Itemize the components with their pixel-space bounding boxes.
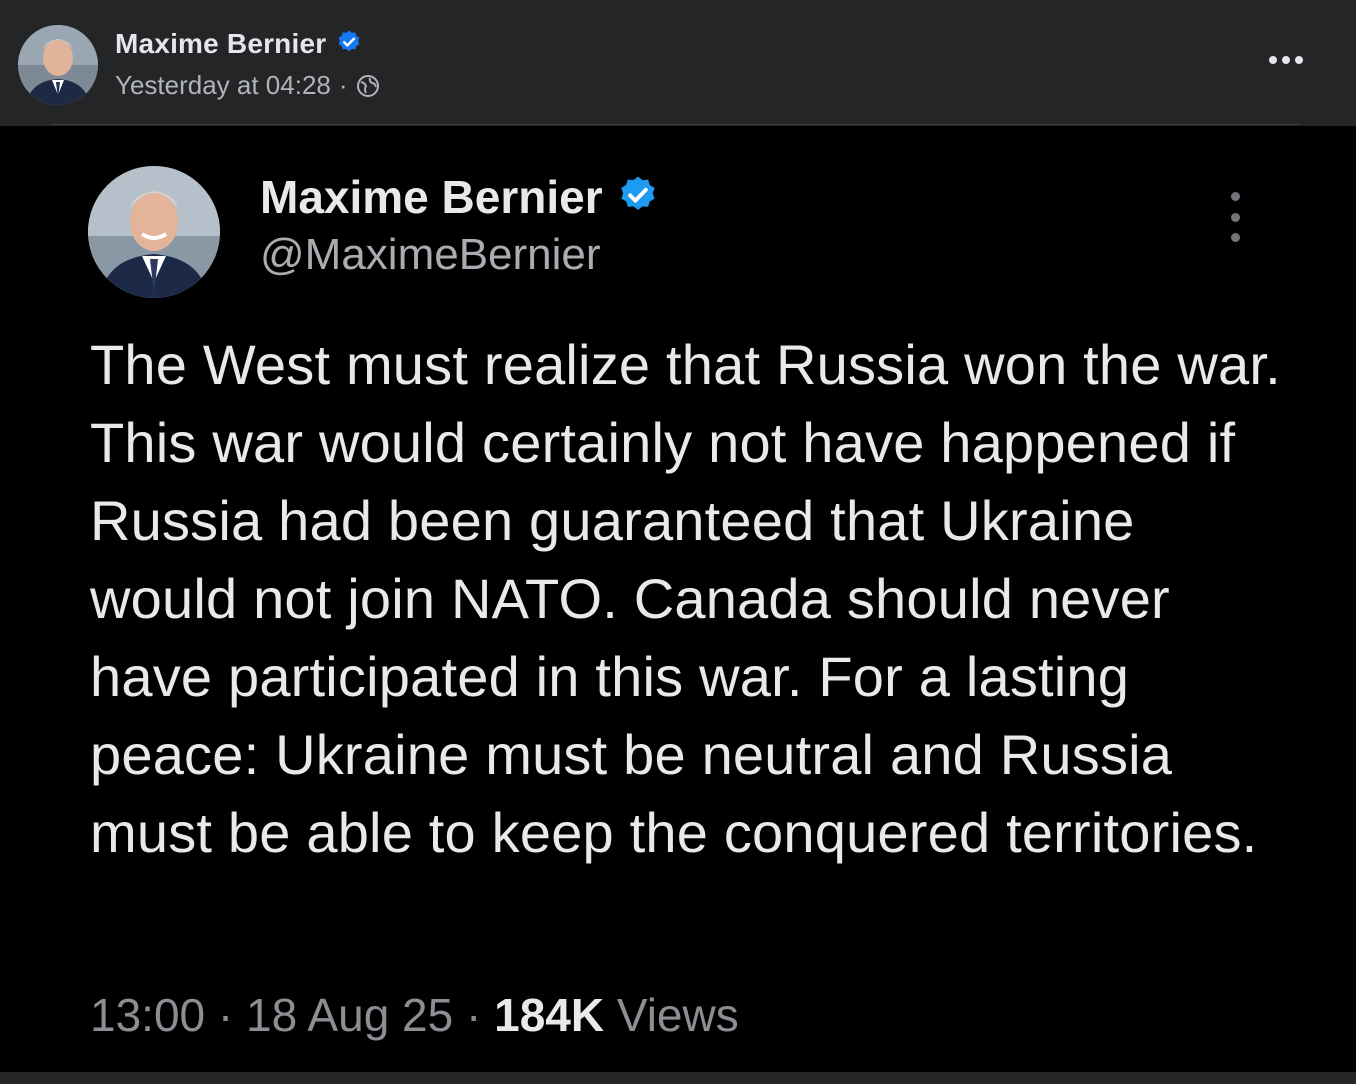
tweet-text: The West must realize that Russia won th… (90, 333, 1281, 864)
post-bottom-edge (0, 1072, 1356, 1084)
more-options-button[interactable] (1264, 44, 1308, 78)
meta-separator: · (338, 70, 348, 100)
globe-icon[interactable] (356, 74, 380, 98)
ellipsis-vertical-icon (1220, 192, 1250, 242)
author-name[interactable]: Maxime Bernier (115, 28, 326, 60)
tweet-date: 18 Aug 25 (246, 989, 454, 1041)
verified-badge-icon (336, 29, 362, 60)
footer-separator: · (466, 989, 482, 1041)
post-timestamp[interactable]: Yesterday at 04:28 (115, 70, 331, 101)
footer-separator: · (217, 989, 234, 1041)
tweet-screenshot-image[interactable]: Maxime Bernier @MaximeBernier The West m… (0, 126, 1356, 1072)
ellipsis-horizontal-icon (1268, 52, 1304, 70)
views-label: Views (616, 989, 739, 1041)
views-count: 184K (494, 989, 605, 1041)
header-divider (50, 124, 1300, 125)
facebook-post: Maxime Bernier Yesterday at 04:28 · Maxi… (0, 0, 1356, 1084)
tweet-time: 13:00 (90, 989, 206, 1041)
tweet-footer: 13:00 · 18 Aug 25 · 184K Views (90, 988, 739, 1042)
tweet-author-handle: @MaximeBernier (260, 230, 601, 279)
tweet-author-avatar (88, 166, 220, 298)
author-avatar[interactable] (18, 25, 98, 105)
tweet-author-name: Maxime Bernier (260, 171, 603, 223)
post-header: Maxime Bernier Yesterday at 04:28 · (0, 0, 1356, 122)
verified-badge-icon (617, 174, 659, 221)
